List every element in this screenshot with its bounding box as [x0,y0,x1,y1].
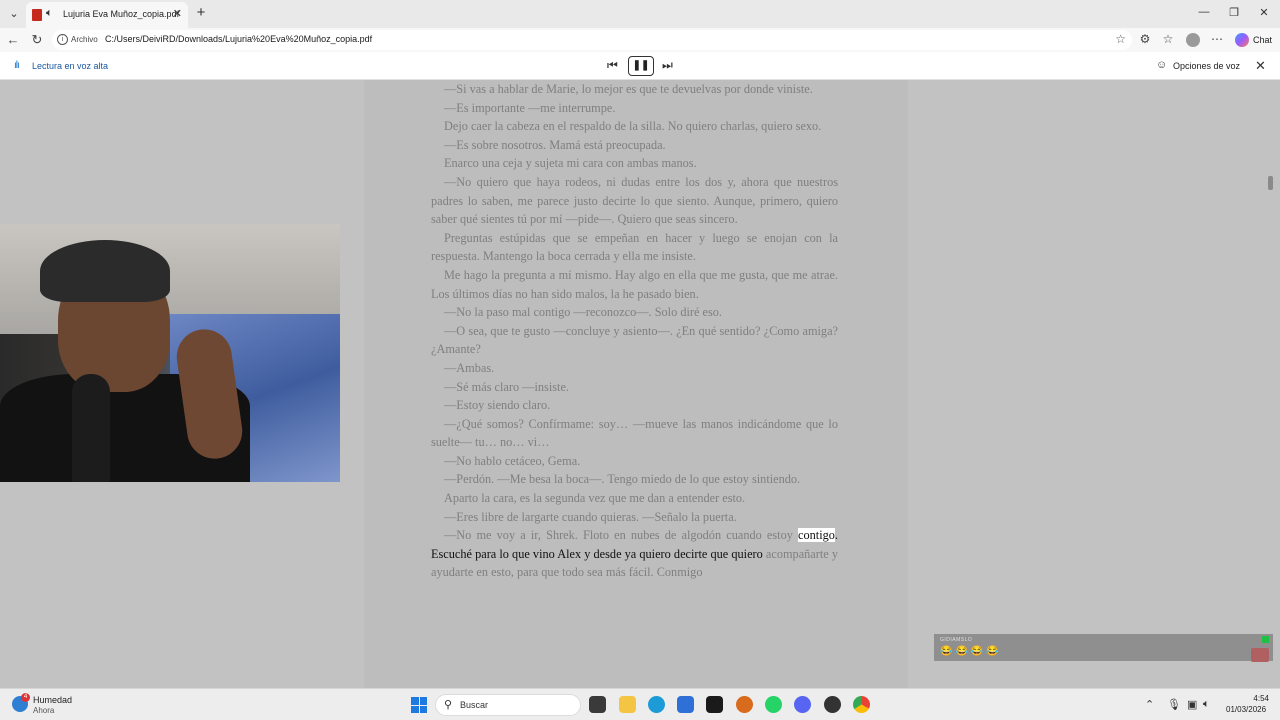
refresh-icon[interactable]: ↻ [29,32,45,48]
weather-badge: 4 [21,693,30,702]
extensions-icon[interactable]: ⚙ [1137,32,1153,46]
address-url[interactable]: C:/Users/DeiviRD/Downloads/Lujuria%20Eva… [105,34,372,44]
read-aloud-close-icon[interactable]: ✕ [1255,58,1266,74]
search-icon: ⚲ [444,699,453,711]
highlighted-word: contigo [798,528,835,543]
chat-overlay: GIDIAMSLO 😂😂😂😂 [934,634,1273,662]
voice-options-button[interactable]: Opciones de voz [1173,61,1240,71]
tab-bar: ⌄ 🔈︎ Lujuria Eva Muñoz_copia.pdf ✕ + — ❐… [0,0,1280,28]
address-bar[interactable]: i Archivo C:/Users/DeiviRD/Downloads/Luj… [52,30,1132,50]
page-text: —Si vas a hablar de Marie, lo mejor es q… [431,80,838,582]
next-paragraph-icon[interactable]: ⏭ [662,58,673,73]
tab-title: Lujuria Eva Muñoz_copia.pdf [63,9,180,19]
weather-subtitle: Ahora [33,706,55,715]
paragraph: —No hablo cetáceo, Gema. [444,453,581,468]
address-scheme: Archivo [71,35,98,44]
taskbar-search[interactable]: ⚲ Buscar [435,694,581,716]
paragraph: —Es importante —me interrumpe. [444,100,616,115]
previous-paragraph-icon[interactable]: ⏮ [607,58,618,73]
volume-icon[interactable]: 🔈︎ [1203,698,1210,711]
paragraph: Dejo caer la cabeza en el respaldo de la… [444,119,822,134]
paragraph: Preguntas estúpidas que se empeñan en ha… [431,230,838,264]
chat-username: GIDIAMSLO [940,637,973,643]
paragraph: —No la paso mal contigo —reconozco—. Sol… [444,305,722,320]
paragraph: Me hago la pregunta a mí mismo. Hay algo… [431,267,838,301]
read-aloud-bar: ılı Lectura en voz alta ⏮ ❚❚ ⏭ ☺ Opcione… [0,52,1280,80]
paragraph: —Si vas a hablar de Marie, lo mejor es q… [444,82,813,96]
whatsapp-icon[interactable] [765,696,782,713]
clock-time[interactable]: 4:54 [1249,694,1269,703]
store-icon[interactable] [677,696,694,713]
chat-logo-icon [1251,648,1269,662]
paragraph-start: —No me voy a ir, Shrek. Floto en nubes d… [444,528,799,543]
back-icon[interactable]: ← [5,32,21,47]
pause-button[interactable]: ❚❚ [628,56,654,76]
favorites-icon[interactable]: ☆ [1160,32,1176,46]
paragraph: Aparto la cara, es la segunda vez que me… [444,491,746,506]
paragraph: Enarco una ceja y sujeta mi cara con amb… [444,156,697,171]
paragraph: —Estoy siendo claro. [444,398,551,413]
window-close-icon[interactable]: ✕ [1254,6,1274,19]
pdf-page: —Si vas a hablar de Marie, lo mejor es q… [364,80,908,688]
current-paragraph: —No me voy a ir, Shrek. Floto en nubes d… [431,526,838,582]
pdf-icon [32,9,42,21]
new-tab-icon[interactable]: + [193,4,209,21]
chat-message: 😂😂😂😂 [940,646,1002,657]
more-options-icon[interactable]: ⋯ [1209,32,1225,46]
paragraph: —Es sobre nosotros. Mamá está preocupada… [444,137,666,152]
taskbar: 4 Humedad Ahora ⚲ Buscar ⌃ 🎙︎ ▣ 🔈︎ 4:54 … [0,688,1280,720]
edge-icon[interactable] [648,696,665,713]
minimize-icon[interactable]: — [1194,6,1214,18]
tab-actions-menu-icon[interactable]: ⌄ [4,4,24,24]
paragraph: —Eres libre de largarte cuando quieras. … [444,509,737,524]
paragraph-list: —Si vas a hablar de Marie, lo mejor es q… [431,80,838,526]
microphone [72,374,110,482]
read-aloud-label: Lectura en voz alta [32,61,109,71]
paragraph: —Ambas. [444,360,495,375]
profile-avatar[interactable] [1186,33,1200,47]
paragraph: —O sea, que te gusto —concluye y asiento… [431,323,838,357]
navigation-bar: ← ↻ i Archivo C:/Users/DeiviRD/Downloads… [0,28,1280,52]
chat-badge-icon [1262,636,1269,643]
paragraph: —Sé más claro —insiste. [444,379,569,394]
paragraph: —¿Qué somos? Confírmame: soy… —mueve las… [431,416,838,450]
task-view-icon[interactable] [589,696,606,713]
voice-options-icon[interactable]: ☺ [1156,59,1167,71]
browser-app-icon[interactable] [736,696,753,713]
speaker-icon[interactable]: 🔈︎ [46,7,53,20]
active-tab[interactable]: 🔈︎ Lujuria Eva Muñoz_copia.pdf ✕ [26,2,188,28]
restore-icon[interactable]: ❐ [1224,6,1244,19]
webcam-person-cap [40,240,170,302]
paragraph: —No quiero que haya rodeos, ni dudas ent… [431,174,838,227]
chrome-icon[interactable] [853,696,870,713]
clock-date[interactable]: 01/03/2026 [1226,705,1266,714]
start-icon[interactable] [411,697,427,713]
microphone-tray-icon[interactable]: 🎙︎ [1167,698,1181,711]
copilot-icon[interactable] [1235,33,1249,47]
capcut-icon[interactable] [706,696,723,713]
network-icon[interactable]: ▣ [1187,698,1197,711]
file-explorer-icon[interactable] [619,696,636,713]
chat-label[interactable]: Chat [1253,35,1272,45]
info-icon[interactable]: i [57,34,68,45]
obs-icon[interactable] [824,696,841,713]
read-aloud-icon: ılı [14,60,20,71]
favorite-star-icon[interactable]: ☆ [1115,32,1126,46]
paragraph: —Perdón. —Me besa la boca—. Tengo miedo … [444,472,801,487]
weather-title[interactable]: Humedad [33,695,72,705]
discord-icon[interactable] [794,696,811,713]
scrollbar-thumb[interactable] [1268,176,1273,190]
search-placeholder: Buscar [460,700,489,710]
show-hidden-icons-icon[interactable]: ⌃ [1145,698,1154,711]
tab-close-icon[interactable]: ✕ [173,7,182,20]
webcam-overlay [0,224,340,482]
